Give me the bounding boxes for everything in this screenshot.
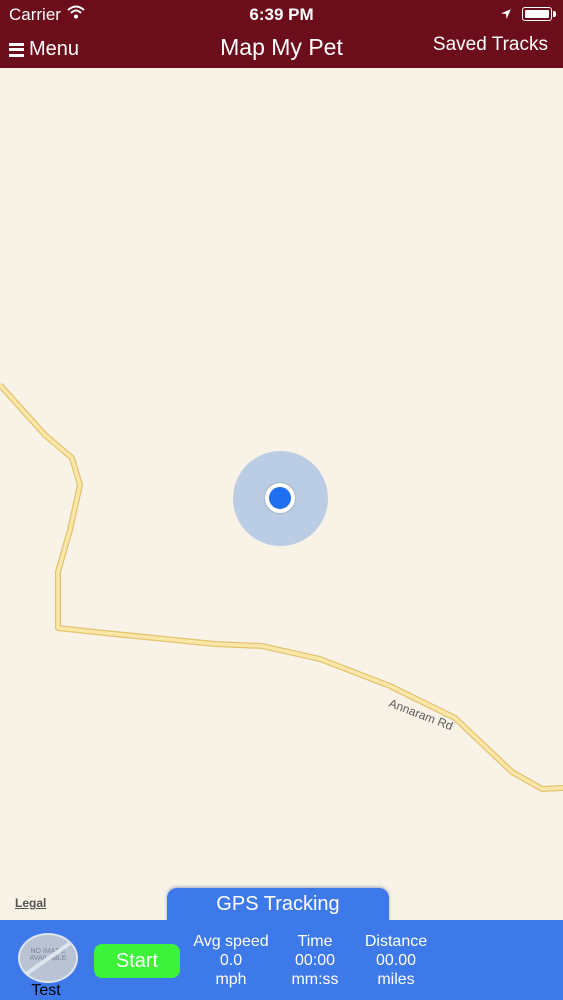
distance-label: Distance bbox=[364, 933, 428, 950]
time-value: 00:00 bbox=[294, 952, 336, 969]
nav-bar: Carrier 6:39 PM Menu Map My Pet Saved Tr… bbox=[0, 0, 563, 68]
pet-name: Test bbox=[31, 982, 61, 999]
legal-link[interactable]: Legal bbox=[15, 896, 46, 910]
avg-speed-unit: mph bbox=[215, 971, 247, 988]
saved-tracks-button[interactable]: Saved Tracks bbox=[433, 34, 548, 56]
start-button[interactable]: Start bbox=[94, 944, 180, 978]
distance-value: 00.00 bbox=[375, 952, 417, 969]
avg-speed-stat: Avg speed 0.0 mph bbox=[188, 932, 274, 989]
time-label: Time bbox=[297, 933, 333, 950]
no-image-icon[interactable]: NO IMAGE AVAILABLE bbox=[18, 933, 78, 983]
status-time: 6:39 PM bbox=[249, 5, 314, 24]
map-view[interactable]: Annaram Rd bbox=[0, 68, 563, 920]
tracking-panel: NO IMAGE AVAILABLE Test Start Avg speed … bbox=[0, 920, 563, 1000]
avg-speed-label: Avg speed bbox=[193, 933, 269, 950]
battery-icon bbox=[522, 7, 556, 21]
time-stat: Time 00:00 mm:ss bbox=[284, 932, 346, 989]
user-location-dot bbox=[265, 483, 295, 513]
avg-speed-value: 0.0 bbox=[219, 952, 243, 969]
distance-unit: miles bbox=[377, 971, 415, 988]
distance-stat: Distance 00.00 miles bbox=[358, 932, 434, 989]
location-arrow-icon bbox=[500, 7, 512, 25]
gps-tracking-tab[interactable]: GPS Tracking bbox=[167, 888, 389, 924]
time-unit: mm:ss bbox=[291, 971, 339, 988]
